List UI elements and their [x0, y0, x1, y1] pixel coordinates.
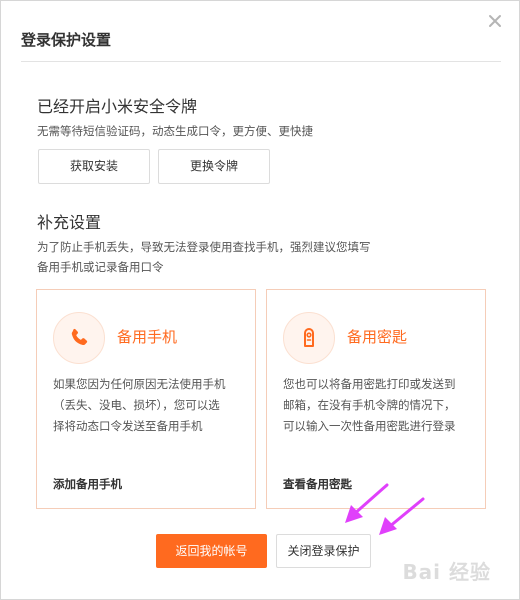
- backup-key-desc-line: 可以输入一次性备用密匙进行登录: [283, 419, 456, 433]
- title-divider: [21, 61, 501, 62]
- change-token-button[interactable]: 更换令牌: [158, 149, 270, 184]
- backup-key-card: 备用密匙 您也可以将备用密匙打印或发送到 邮箱，在没有手机令牌的情况下， 可以输…: [266, 289, 486, 509]
- add-backup-phone-link[interactable]: 添加备用手机: [53, 476, 122, 492]
- supplement-section-title: 补充设置: [37, 213, 102, 232]
- baidu-watermark: Bai 经验: [402, 560, 491, 584]
- backup-phone-description: 如果您因为任何原因无法使用手机 （丢失、没电、损坏），您可以选 择将动态口令发送…: [53, 374, 243, 437]
- phone-icon: [53, 312, 105, 364]
- backup-phone-desc-line: （丢失、没电、损坏），您可以选: [53, 398, 220, 412]
- backup-key-description: 您也可以将备用密匙打印或发送到 邮箱，在没有手机令牌的情况下， 可以输入一次性备…: [283, 374, 473, 437]
- token-section-description: 无需等待短信验证码，动态生成口令，更方便、更快捷: [37, 124, 313, 138]
- key-tag-icon: [283, 312, 335, 364]
- backup-key-desc-line: 邮箱，在没有手机令牌的情况下，: [283, 398, 456, 412]
- token-section-title: 已经开启小米安全令牌: [37, 97, 198, 116]
- close-icon[interactable]: [487, 13, 503, 29]
- dialog-title: 登录保护设置: [21, 31, 112, 49]
- backup-key-title: 备用密匙: [347, 328, 408, 346]
- supplement-desc-line1: 为了防止手机丢失，导致无法登录使用查找手机，强烈建议您填写: [37, 240, 371, 254]
- backup-phone-desc-line: 如果您因为任何原因无法使用手机: [53, 377, 226, 391]
- backup-phone-title: 备用手机: [117, 328, 178, 346]
- backup-phone-desc-line: 择将动态口令发送至备用手机: [53, 419, 203, 433]
- backup-phone-card: 备用手机 如果您因为任何原因无法使用手机 （丢失、没电、损坏），您可以选 择将动…: [36, 289, 256, 509]
- annotation-arrows-icon: [345, 483, 425, 535]
- back-to-account-button[interactable]: 返回我的帐号: [156, 534, 267, 568]
- backup-key-desc-line: 您也可以将备用密匙打印或发送到: [283, 377, 456, 391]
- get-install-button[interactable]: 获取安装: [38, 149, 150, 184]
- supplement-desc-line2: 备用手机或记录备用口令: [37, 260, 164, 274]
- login-protection-dialog: 登录保护设置 已经开启小米安全令牌 无需等待短信验证码，动态生成口令，更方便、更…: [0, 0, 520, 600]
